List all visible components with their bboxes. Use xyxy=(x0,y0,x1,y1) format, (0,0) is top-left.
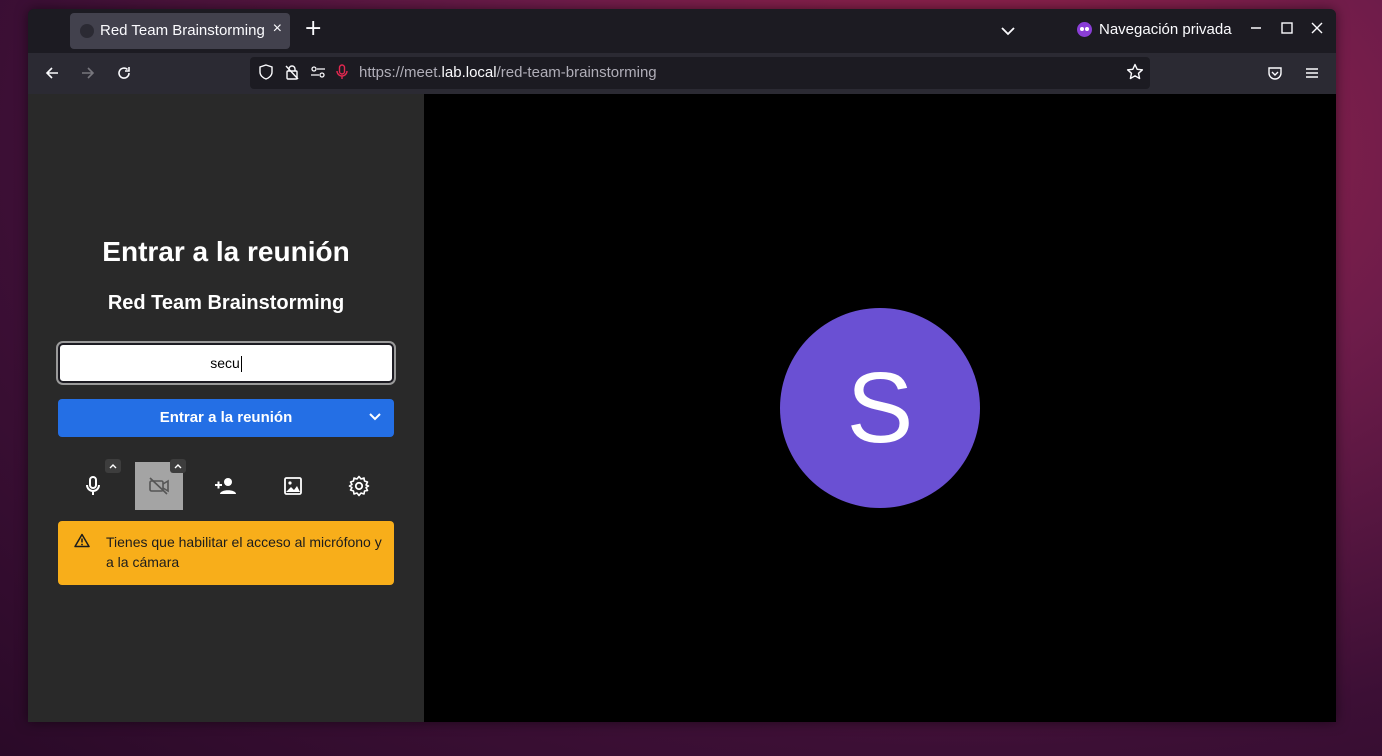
camera-options-chevron-icon[interactable] xyxy=(170,459,186,473)
browser-window: Red Team Brainstorming × + Navegación pr… xyxy=(28,9,1336,722)
reload-icon xyxy=(118,67,130,79)
settings-button[interactable] xyxy=(335,462,383,510)
back-arrow-icon xyxy=(45,67,58,79)
page-content: Entrar a la reunión Red Team Brainstormi… xyxy=(28,94,1336,722)
invite-people-button[interactable] xyxy=(202,462,250,510)
permissions-warning-text: Tienes que habilitar el acceso al micróf… xyxy=(106,534,382,570)
video-preview-area: S xyxy=(424,94,1336,722)
display-name-value: secu xyxy=(210,355,240,371)
private-browsing-label: Navegación privada xyxy=(1099,21,1232,38)
prejoin-title: Entrar a la reunión xyxy=(102,236,350,267)
pocket-button[interactable] xyxy=(1262,60,1288,86)
forward-button[interactable] xyxy=(75,60,101,86)
back-button[interactable] xyxy=(39,60,65,86)
join-meeting-label: Entrar a la reunión xyxy=(159,409,293,426)
tab-close-icon[interactable]: × xyxy=(273,20,282,38)
permissions-warning: Tienes que habilitar el acceso al micróf… xyxy=(58,521,394,585)
avatar: S xyxy=(780,308,980,508)
microphone-icon xyxy=(86,476,100,495)
tab-favicon-icon xyxy=(80,24,94,38)
invite-person-icon xyxy=(215,478,236,494)
reload-button[interactable] xyxy=(111,60,137,86)
permissions-icon[interactable] xyxy=(310,64,326,84)
virtual-background-button[interactable] xyxy=(269,462,317,510)
hamburger-menu-icon xyxy=(1306,68,1318,78)
settings-gear-icon xyxy=(348,475,370,497)
maximize-button[interactable] xyxy=(1281,19,1293,38)
tracking-protection-shield-icon[interactable] xyxy=(258,64,274,84)
list-tabs-chevron-icon[interactable] xyxy=(1000,21,1016,40)
pocket-icon xyxy=(1268,67,1282,80)
new-tab-button[interactable]: + xyxy=(304,18,322,40)
insecure-lock-icon[interactable] xyxy=(284,64,300,84)
prejoin-panel: Entrar a la reunión Red Team Brainstormi… xyxy=(28,94,424,722)
tab-red-team-brainstorming[interactable]: Red Team Brainstorming × xyxy=(70,13,290,49)
camera-off-icon xyxy=(149,477,169,495)
minimize-button[interactable] xyxy=(1250,19,1262,38)
meeting-name: Red Team Brainstorming xyxy=(107,292,345,314)
close-window-button[interactable] xyxy=(1311,19,1323,38)
url-text[interactable]: https://meet.lab.local/red-team-brainsto… xyxy=(359,64,657,81)
tab-bar: Red Team Brainstorming × + Navegación pr… xyxy=(28,9,1336,53)
private-mask-icon xyxy=(1077,22,1092,37)
url-bar[interactable]: https://meet.lab.local/red-team-brainsto… xyxy=(250,57,1150,89)
join-meeting-button[interactable]: Entrar a la reunión xyxy=(58,399,394,437)
background-image-icon xyxy=(284,477,302,495)
warning-triangle-icon xyxy=(74,533,90,551)
navigation-toolbar: https://meet.lab.local/red-team-brainsto… xyxy=(28,53,1336,94)
join-options-chevron-icon[interactable] xyxy=(366,408,384,430)
private-browsing-indicator: Navegación privada xyxy=(1077,21,1232,38)
display-name-input[interactable]: secu xyxy=(58,343,394,383)
text-caret xyxy=(240,356,242,373)
app-menu-button[interactable] xyxy=(1299,60,1325,86)
bookmark-star-icon[interactable] xyxy=(1126,63,1144,85)
forward-arrow-icon xyxy=(82,67,95,79)
tab-title: Red Team Brainstorming xyxy=(100,22,265,39)
microphone-options-chevron-icon[interactable] xyxy=(105,459,121,473)
microphone-blocked-icon[interactable] xyxy=(336,64,348,84)
